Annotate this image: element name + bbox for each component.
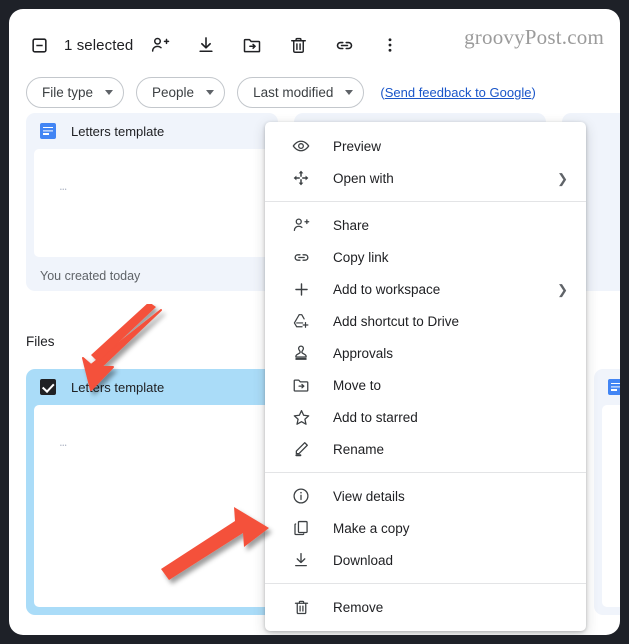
google-docs-icon xyxy=(40,123,56,139)
file-card-thumbnail: ••• xyxy=(602,405,620,607)
menu-item-open-with[interactable]: Open with ❯ xyxy=(265,162,586,194)
menu-item-label: Add shortcut to Drive xyxy=(333,313,460,329)
filter-chip-last-modified[interactable]: Last modified xyxy=(237,77,365,108)
feedback-paren-close: ) xyxy=(531,85,536,100)
chevron-right-icon: ❯ xyxy=(557,170,568,186)
file-card-title: Letters template xyxy=(71,379,165,395)
chevron-right-icon: ❯ xyxy=(557,281,568,297)
suggested-card-header: Letters template xyxy=(26,113,278,149)
menu-item-remove[interactable]: Remove xyxy=(265,591,586,623)
pencil-icon xyxy=(291,439,311,459)
menu-item-label: Open with xyxy=(333,170,394,186)
feedback-link[interactable]: Send feedback to Google xyxy=(385,85,532,100)
files-section-label: Files xyxy=(26,334,55,349)
menu-divider-1 xyxy=(265,201,586,202)
filter-chip-label: Last modified xyxy=(253,85,334,100)
filter-chip-people[interactable]: People xyxy=(136,77,226,108)
suggested-card-footer: You created today xyxy=(40,269,141,283)
file-card-header xyxy=(594,369,620,405)
file-card-header: Letters template xyxy=(26,369,278,405)
menu-divider-2 xyxy=(265,472,586,473)
chevron-down-icon xyxy=(206,90,215,95)
menu-item-label: Share xyxy=(333,217,370,233)
star-icon xyxy=(291,407,311,427)
drive-shortcut-icon xyxy=(291,311,311,331)
approvals-icon xyxy=(291,343,311,363)
menu-item-copy-link[interactable]: Copy link xyxy=(265,241,586,273)
filter-chip-label: File type xyxy=(42,85,94,100)
move-icon[interactable] xyxy=(239,32,265,58)
suggested-card-title: Letters template xyxy=(71,123,165,139)
menu-item-rename[interactable]: Rename xyxy=(265,433,586,465)
menu-item-label: Copy link xyxy=(333,249,389,265)
file-card-right-partial[interactable]: ••• xyxy=(594,369,620,615)
menu-item-label: Approvals xyxy=(333,345,394,361)
menu-divider-3 xyxy=(265,583,586,584)
menu-item-label: Add to starred xyxy=(333,409,418,425)
copy-icon xyxy=(291,518,311,538)
send-feedback[interactable]: (Send feedback to Google) xyxy=(380,85,535,100)
download-icon[interactable] xyxy=(193,32,219,58)
google-docs-icon xyxy=(608,379,620,395)
download-icon xyxy=(291,550,311,570)
menu-item-view-details[interactable]: View details xyxy=(265,480,586,512)
menu-item-make-a-copy[interactable]: Make a copy xyxy=(265,512,586,544)
menu-item-label: Rename xyxy=(333,441,385,457)
file-card-thumbnail: ••• xyxy=(34,405,270,607)
eye-icon xyxy=(291,136,311,156)
share-icon[interactable] xyxy=(147,32,173,58)
thumbnail-placeholder-text: ••• xyxy=(60,187,68,193)
thumbnail-placeholder-text: ••• xyxy=(60,443,68,449)
more-icon[interactable] xyxy=(377,32,403,58)
chevron-down-icon xyxy=(105,90,114,95)
drive-page: 1 selected groovyPost.com File type Peop… xyxy=(9,9,620,635)
menu-item-label: Add to workspace xyxy=(333,281,441,297)
move-folder-icon xyxy=(291,375,311,395)
selected-count-label: 1 selected xyxy=(64,36,134,54)
file-checkbox[interactable] xyxy=(40,379,56,395)
filter-chip-label: People xyxy=(152,85,195,100)
menu-item-label: Remove xyxy=(333,599,384,615)
menu-item-add-to-starred[interactable]: Add to starred xyxy=(265,401,586,433)
screenshot-frame: 1 selected groovyPost.com File type Peop… xyxy=(0,0,629,644)
filter-chip-file-type[interactable]: File type xyxy=(26,77,125,108)
menu-item-download[interactable]: Download xyxy=(265,544,586,576)
menu-item-label: Preview xyxy=(333,138,382,154)
menu-item-preview[interactable]: Preview xyxy=(265,130,586,162)
link-icon[interactable] xyxy=(331,32,357,58)
context-menu[interactable]: Preview Open with ❯ Share Copy link Add … xyxy=(265,122,586,631)
suggested-card[interactable]: Letters template ••• You created today xyxy=(26,113,278,291)
menu-item-add-to-workspace[interactable]: Add to workspace ❯ xyxy=(265,273,586,305)
menu-item-label: Move to xyxy=(333,377,382,393)
person-add-icon xyxy=(291,215,311,235)
menu-item-approvals[interactable]: Approvals xyxy=(265,337,586,369)
trash-icon xyxy=(291,597,311,617)
trash-icon[interactable] xyxy=(285,32,311,58)
open-with-icon xyxy=(291,168,311,188)
menu-item-label: View details xyxy=(333,488,405,504)
menu-item-share[interactable]: Share xyxy=(265,209,586,241)
link-icon xyxy=(291,247,311,267)
menu-item-add-shortcut-to-drive[interactable]: Add shortcut to Drive xyxy=(265,305,586,337)
deselect-icon[interactable] xyxy=(26,32,52,58)
menu-item-label: Download xyxy=(333,552,394,568)
file-card-selected[interactable]: Letters template ••• xyxy=(26,369,278,615)
menu-item-label: Make a copy xyxy=(333,520,410,536)
filter-chip-row: File type People Last modified (Send fee… xyxy=(26,77,536,108)
plus-icon xyxy=(291,279,311,299)
info-icon xyxy=(291,486,311,506)
menu-item-move-to[interactable]: Move to xyxy=(265,369,586,401)
chevron-down-icon xyxy=(345,90,354,95)
watermark: groovyPost.com xyxy=(464,25,604,49)
suggested-card-thumbnail: ••• xyxy=(34,149,270,257)
